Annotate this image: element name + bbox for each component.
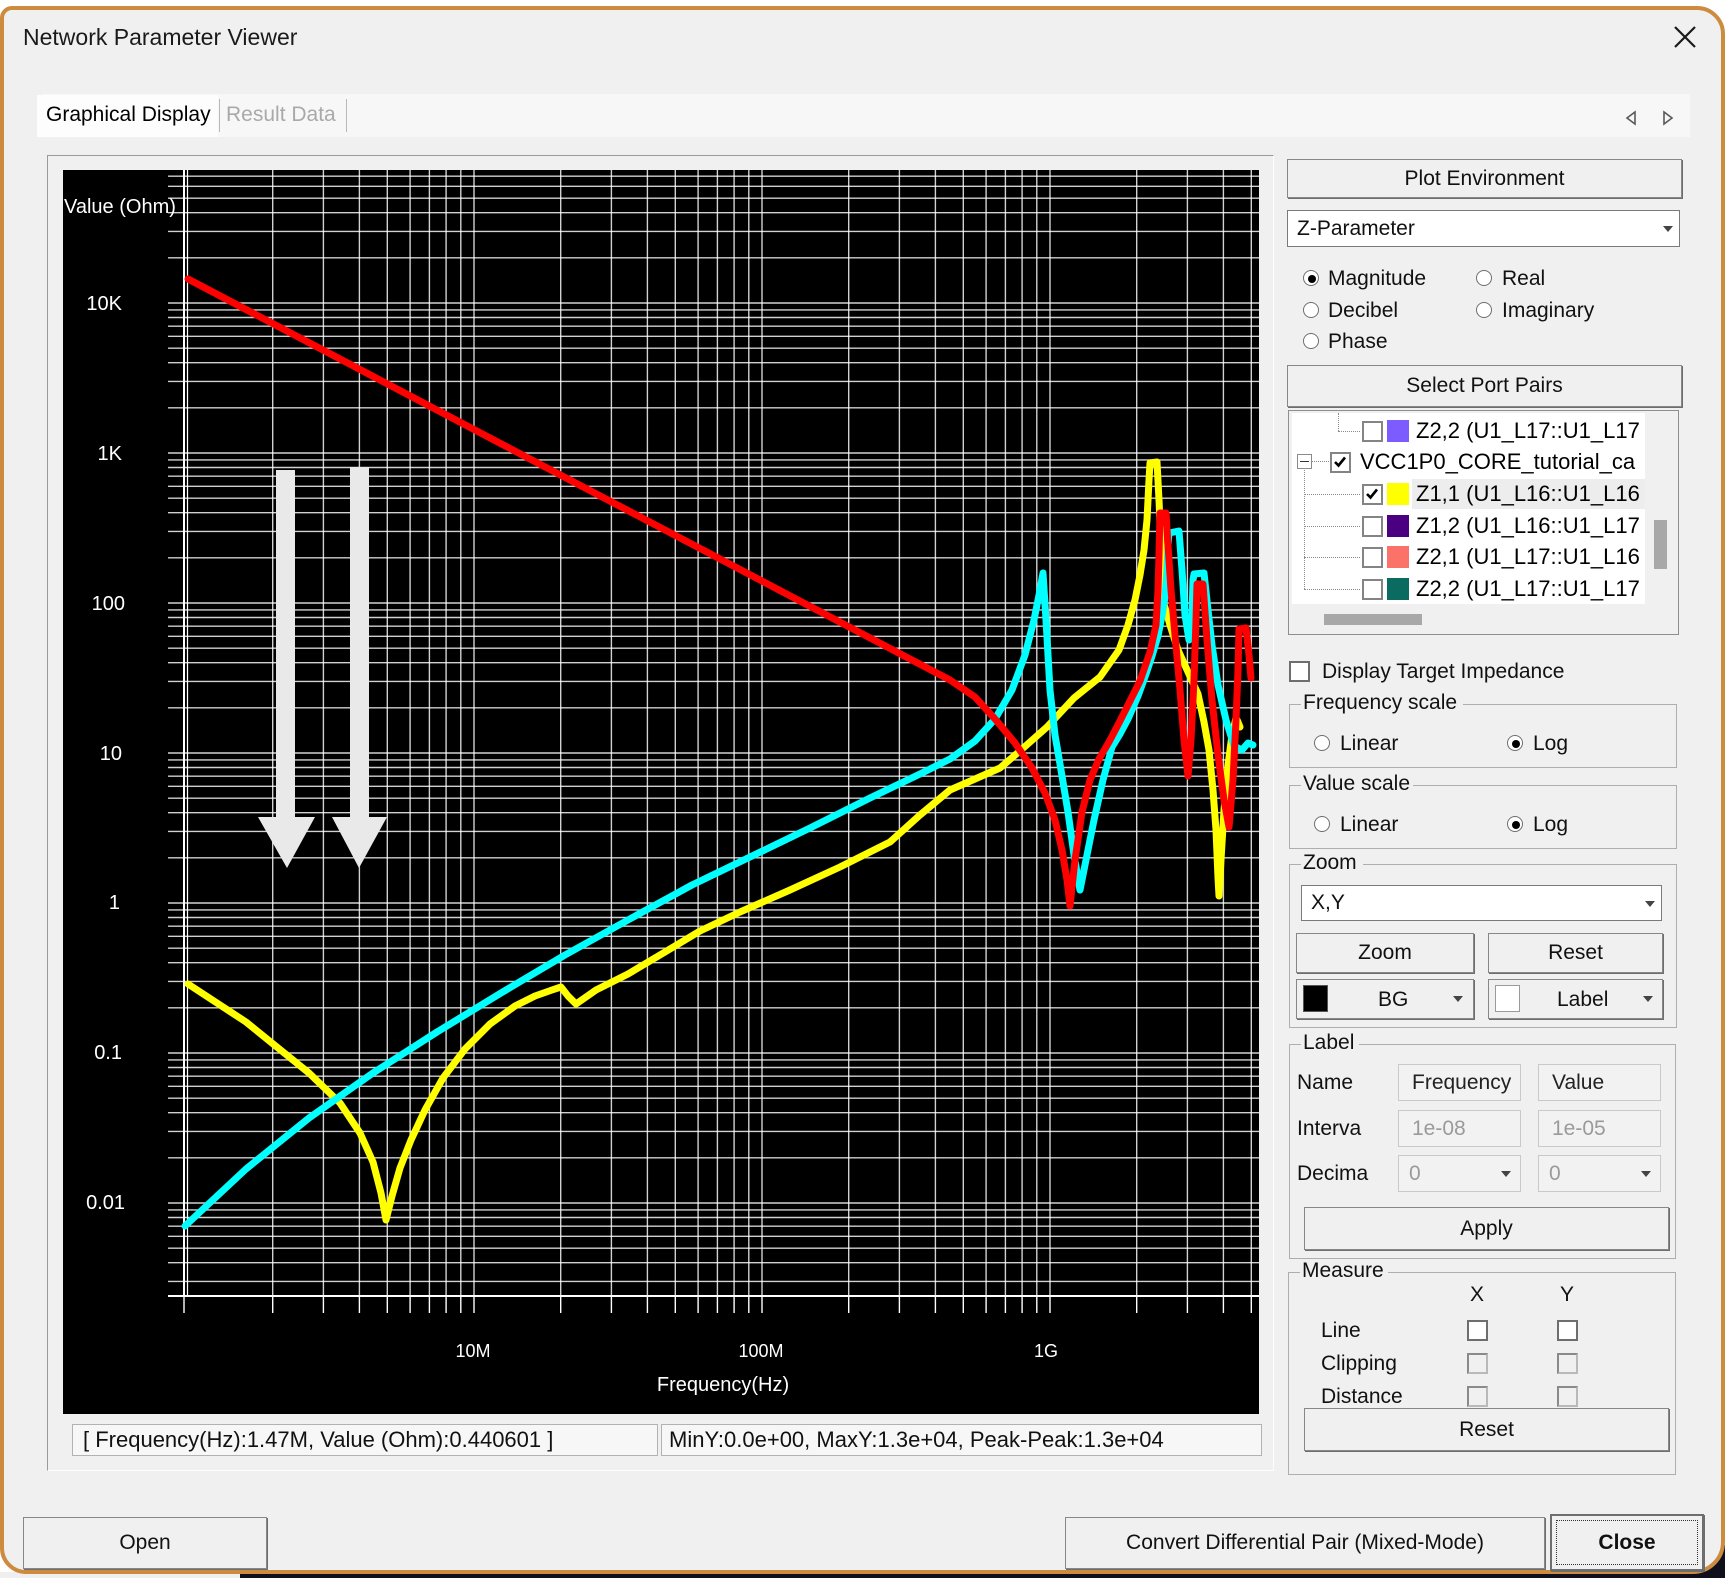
svg-text:1K: 1K xyxy=(98,443,123,465)
svg-text:Value (Ohm): Value (Ohm) xyxy=(64,196,176,218)
svg-text:Frequency(Hz): Frequency(Hz) xyxy=(657,1374,789,1396)
svg-text:10: 10 xyxy=(100,743,122,765)
svg-text:100M: 100M xyxy=(738,1341,783,1361)
svg-text:10M: 10M xyxy=(455,1341,490,1361)
svg-text:0.1: 0.1 xyxy=(94,1042,122,1064)
svg-text:1G: 1G xyxy=(1034,1341,1058,1361)
svg-text:1: 1 xyxy=(109,892,120,914)
svg-text:10K: 10K xyxy=(86,293,122,315)
svg-text:0.01: 0.01 xyxy=(86,1192,125,1214)
svg-text:100: 100 xyxy=(92,593,125,615)
